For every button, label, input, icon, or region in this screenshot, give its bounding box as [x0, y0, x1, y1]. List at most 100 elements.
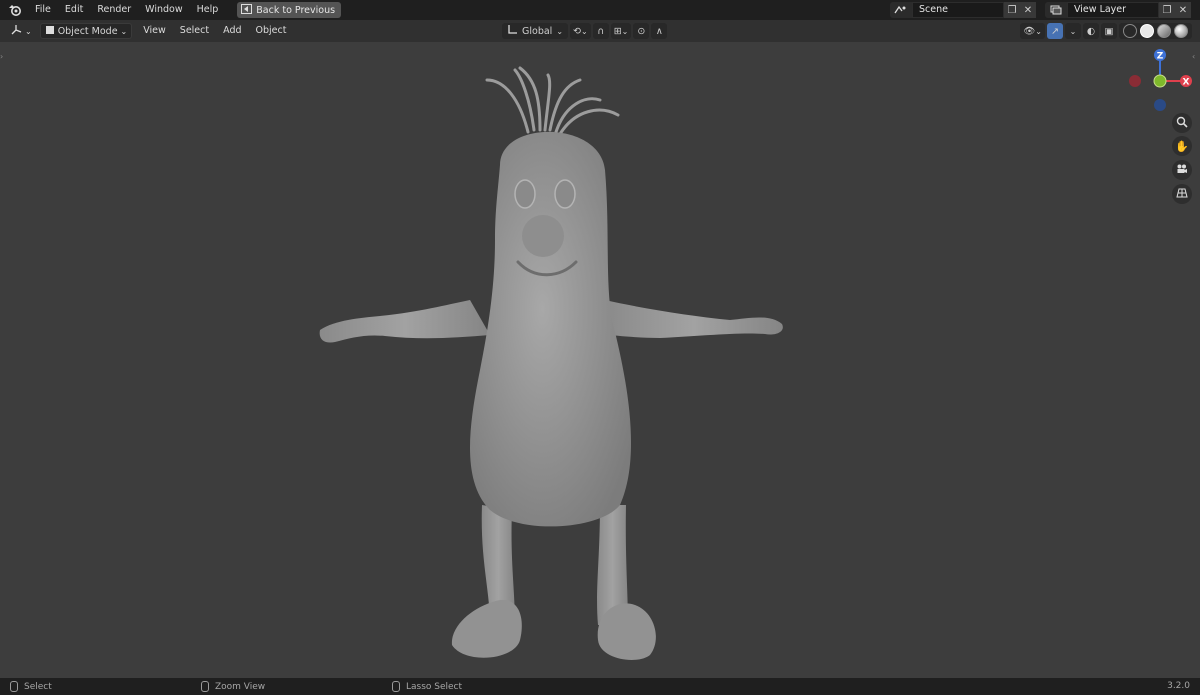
viewport-menu: View Select Add Object: [136, 20, 293, 42]
neg-x-axis-handle: [1129, 75, 1141, 87]
pan-view-button[interactable]: ✋: [1172, 136, 1192, 156]
snap-toggle[interactable]: ∩: [592, 23, 609, 39]
grid-perspective-icon: [1176, 187, 1188, 202]
shading-modes: [1119, 23, 1192, 39]
y-axis-handle: [1153, 74, 1167, 88]
neg-z-axis-handle: [1154, 99, 1166, 111]
menu-window[interactable]: Window: [138, 0, 189, 20]
close-icon: ✕: [1023, 4, 1033, 16]
camera-view-button[interactable]: [1172, 160, 1192, 180]
duplicate-icon: ❐: [1162, 4, 1172, 16]
chevron-down-icon: ⌄: [1069, 26, 1077, 36]
viewport-menu-view[interactable]: View: [136, 20, 173, 42]
chevron-down-icon: ⌄: [120, 26, 128, 36]
duplicate-icon: ❐: [1007, 4, 1017, 16]
zoom-icon: [1176, 116, 1188, 131]
chevron-down-icon: ⌄: [25, 26, 32, 36]
sidebar-expand-icon[interactable]: ‹: [1192, 52, 1198, 62]
viewport-header: ⌄ Object Mode ⌄ View Select Add Object G…: [0, 20, 1200, 42]
top-menu-bar: File Edit Render Window Help Back to Pre…: [0, 0, 1200, 20]
menu-help[interactable]: Help: [190, 0, 226, 20]
zoom-view-button[interactable]: [1172, 113, 1192, 133]
new-view-layer-button[interactable]: ❐: [1159, 2, 1175, 18]
eye-icon: 👁: [1023, 25, 1036, 37]
falloff-button[interactable]: ∧: [651, 23, 668, 39]
version-label: 3.2.0: [1167, 681, 1190, 691]
scene-icon[interactable]: [890, 2, 912, 18]
xray-toggle[interactable]: ▣: [1101, 23, 1117, 39]
menu-file[interactable]: File: [28, 0, 58, 20]
view-layer-icon[interactable]: [1045, 2, 1067, 18]
blender-logo-icon[interactable]: [6, 1, 24, 19]
proportional-icon: ⊙: [637, 25, 646, 37]
viewport-menu-add[interactable]: Add: [216, 20, 248, 42]
viewport-menu-object[interactable]: Object: [249, 20, 294, 42]
scene-selector: Scene ❐ ✕: [890, 2, 1036, 18]
gizmo-icon: ↗: [1051, 25, 1059, 37]
pivot-icon: ⟲: [573, 25, 581, 37]
3d-viewport-icon: [10, 24, 22, 39]
status-zoom-label: Zoom View: [215, 681, 266, 692]
status-bar: Select Zoom View Lasso Select 3.2.0: [0, 678, 1200, 695]
status-lasso-label: Lasso Select: [406, 681, 463, 692]
solid-shading-icon[interactable]: [1140, 24, 1154, 38]
status-zoom-hint: Zoom View: [201, 681, 265, 692]
character-model[interactable]: [0, 42, 1200, 678]
character-right-eye: [554, 179, 576, 209]
3d-viewport[interactable]: [0, 42, 1200, 678]
rendered-shading-icon[interactable]: [1174, 24, 1188, 38]
navigation-gizmo[interactable]: Z X: [1120, 42, 1200, 122]
close-icon: ✕: [1178, 4, 1188, 16]
pivot-point-button[interactable]: ⟲ ⌄: [570, 23, 591, 39]
character-left-eye: [514, 179, 536, 209]
mode-selector[interactable]: Object Mode ⌄: [39, 23, 133, 39]
visibility-button[interactable]: 👁 ⌄: [1020, 23, 1045, 39]
view-layer-name-field[interactable]: View Layer: [1067, 2, 1159, 18]
orientation-icon: [507, 24, 518, 38]
delete-view-layer-button[interactable]: ✕: [1175, 2, 1191, 18]
back-to-previous-button[interactable]: Back to Previous: [237, 2, 342, 18]
viewport-display-tools: 👁 ⌄ ↗ ⌄ ◐ ▣: [1020, 23, 1192, 39]
middle-mouse-icon: [201, 681, 209, 692]
toolbar-expand-icon[interactable]: ›: [0, 52, 6, 62]
mode-label: Object Mode: [57, 25, 118, 37]
back-to-previous-label: Back to Previous: [256, 4, 336, 16]
perspective-toggle-button[interactable]: [1172, 184, 1192, 204]
menu-render[interactable]: Render: [90, 0, 138, 20]
main-menu: File Edit Render Window Help: [28, 0, 225, 20]
character-left-foot: [451, 599, 522, 658]
chevron-down-icon: ⌄: [1035, 26, 1042, 36]
z-axis-label: Z: [1157, 52, 1164, 62]
character-hair: [485, 66, 620, 136]
character-body: [470, 131, 632, 527]
character-right-arm: [605, 300, 783, 338]
back-icon: [241, 3, 253, 17]
wireframe-shading-icon[interactable]: [1123, 24, 1137, 38]
character-left-arm: [319, 300, 490, 343]
hand-icon: ✋: [1175, 139, 1189, 153]
orientation-selector[interactable]: Global ⌄: [502, 23, 569, 39]
gizmo-toggle[interactable]: ↗: [1047, 23, 1063, 39]
overlays-icon: ◐: [1086, 25, 1096, 37]
new-scene-button[interactable]: ❐: [1004, 2, 1020, 18]
viewport-menu-select[interactable]: Select: [173, 20, 216, 42]
right-mouse-icon: [392, 681, 400, 692]
scene-name-field[interactable]: Scene: [912, 2, 1004, 18]
overlays-toggle[interactable]: ◐: [1083, 23, 1099, 39]
material-shading-icon[interactable]: [1157, 24, 1171, 38]
magnet-icon: ∩: [597, 25, 605, 37]
proportional-editing-toggle[interactable]: ⊙: [633, 23, 650, 39]
delete-scene-button[interactable]: ✕: [1020, 2, 1036, 18]
left-mouse-icon: [10, 681, 18, 692]
chevron-down-icon: ⌄: [580, 26, 588, 36]
editor-type-button[interactable]: ⌄: [6, 23, 36, 39]
gizmo-menu[interactable]: ⌄: [1065, 23, 1081, 39]
xray-icon: ▣: [1104, 25, 1114, 37]
character-nose: [522, 215, 564, 257]
snap-target-button[interactable]: ⊞ ⌄: [610, 23, 632, 39]
view-layer-selector: View Layer ❐ ✕: [1045, 2, 1191, 18]
menu-edit[interactable]: Edit: [58, 0, 90, 20]
x-axis-label: X: [1183, 78, 1190, 88]
object-mode-icon: [45, 25, 55, 38]
camera-icon: [1176, 164, 1188, 177]
